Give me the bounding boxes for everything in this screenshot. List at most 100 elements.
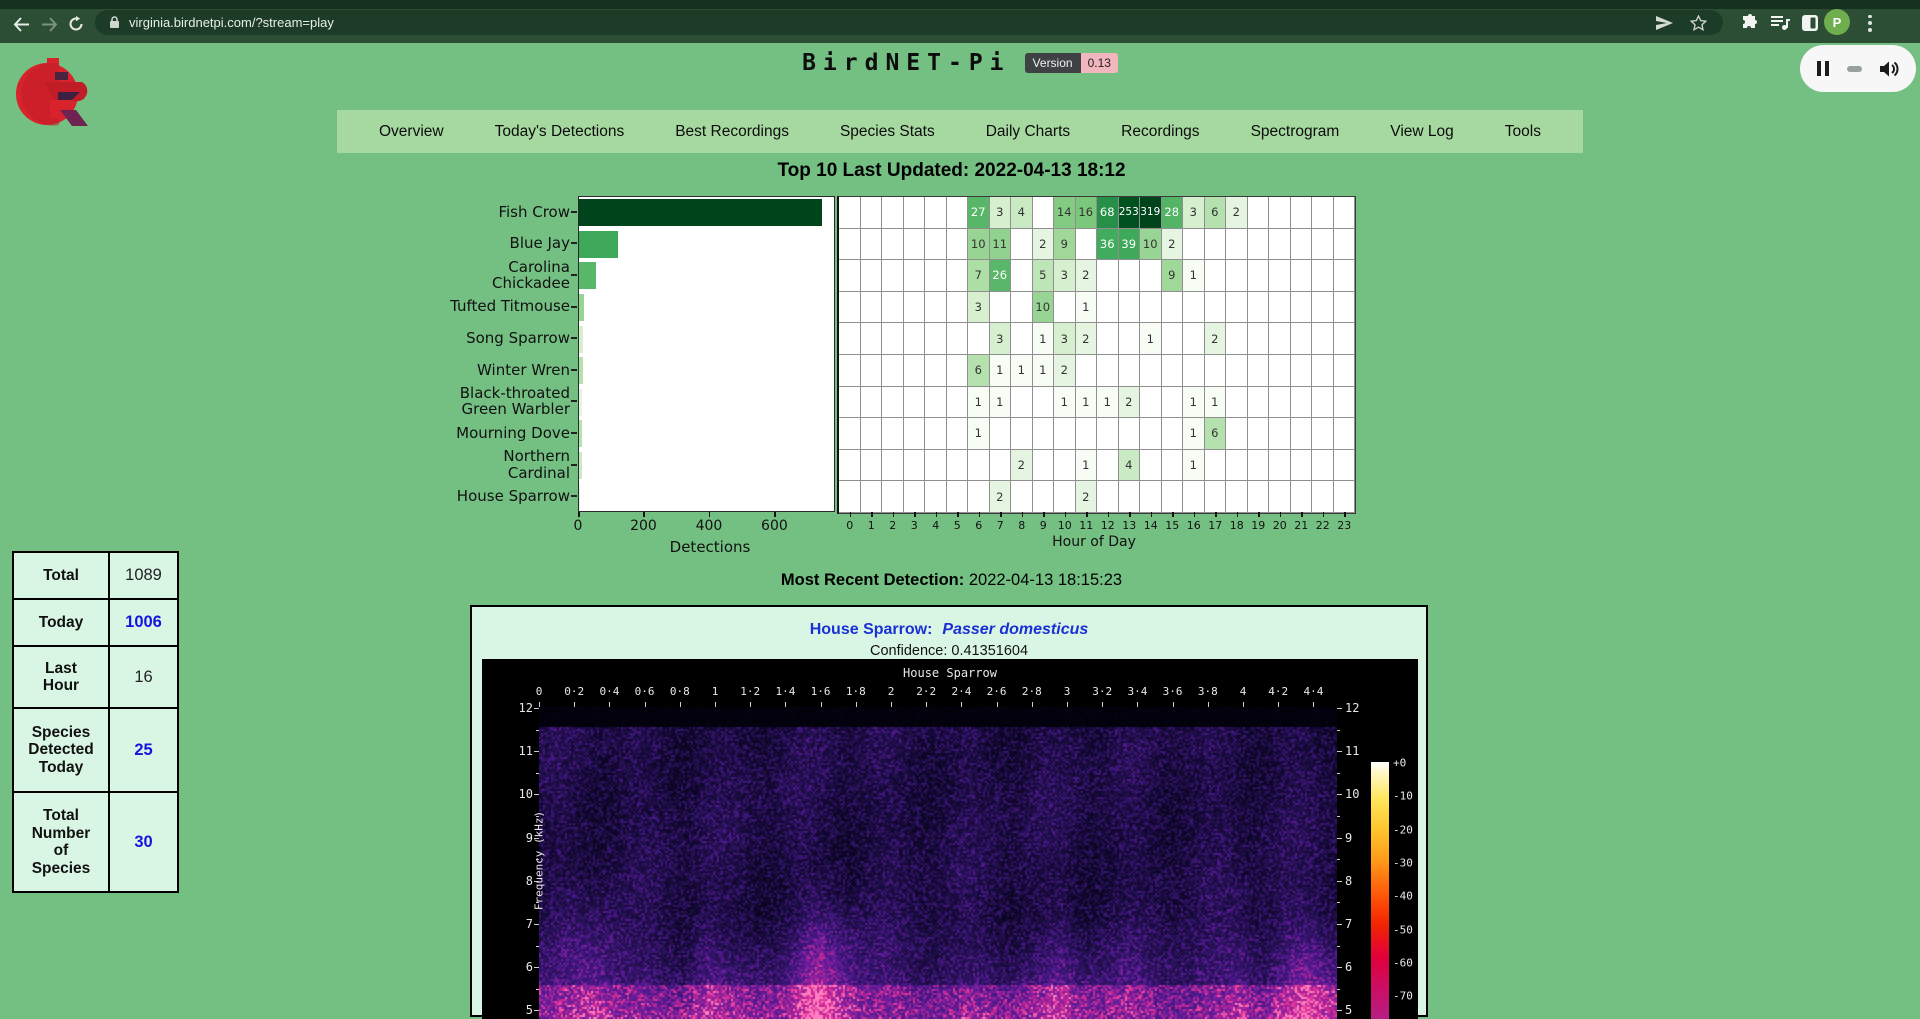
send-icon[interactable] [1655,15,1674,31]
browser-menu-icon[interactable] [1858,13,1882,33]
heatmap-cell [1334,418,1356,450]
time-label: 1·2 [740,685,760,698]
reload-button[interactable] [63,13,89,35]
heatmap-cell: 1 [1011,355,1033,387]
heatmap-cell [1269,323,1291,355]
address-bar[interactable]: virginia.birdnetpi.com/?stream=play [95,10,1723,35]
heatmap-cell [925,197,947,229]
heatmap-cell [968,481,990,513]
heatmap-cell [1312,260,1334,292]
pause-button[interactable] [1817,61,1829,76]
time-label: 2·4 [951,685,971,698]
playlist-icon[interactable] [1768,13,1792,33]
heatmap-cell [861,229,883,261]
nav-item-species-stats[interactable]: Species Stats [840,123,935,141]
freq-label-left: 6 [513,960,533,974]
heatmap-cell: 11 [990,229,1012,261]
heatmap-cell: 2 [1076,260,1098,292]
bar-tick-label: 600 [754,518,794,534]
heatmap-cell [1334,481,1356,513]
stats-value[interactable]: 25 [110,709,177,791]
nav-item-spectrogram[interactable]: Spectrogram [1251,123,1340,141]
bar-black-throated-green-warbler [579,389,582,416]
heatmap-cell [1140,355,1162,387]
stats-label: Today [14,600,110,645]
heatmap-cell [1205,260,1227,292]
heatmap-cell [861,260,883,292]
heatmap-cell [1248,197,1270,229]
profile-avatar[interactable]: P [1824,9,1850,35]
bookmark-star-icon[interactable] [1690,15,1707,31]
heatmap-cell [1162,387,1184,419]
heatmap-cell [861,481,883,513]
heatmap-cell [1162,418,1184,450]
page-title: BirdNET-Pi [802,50,1010,76]
sidebar-toggle-icon[interactable] [1798,13,1822,33]
heatmap-cell [1291,229,1313,261]
nav-item-daily-charts[interactable]: Daily Charts [986,123,1070,141]
freq-label-right: 10 [1345,787,1359,801]
heatmap-cell: 1 [1183,387,1205,419]
stats-value[interactable]: 30 [110,793,177,891]
heatmap-cell [1226,481,1248,513]
heatmap-cell [1334,387,1356,419]
heatmap-cell [1248,292,1270,324]
freq-label-right: 12 [1345,701,1359,715]
hour-tick-label: 18 [1226,519,1248,532]
time-label: 2·8 [1022,685,1042,698]
stats-value[interactable]: 1006 [110,600,177,645]
nav-item-today-s-detections[interactable]: Today's Detections [495,123,625,141]
hour-heatmap: 2734141668253319283621011293639102726532… [837,196,1356,514]
heatmap-cell [1119,418,1141,450]
heatmap-cell [904,450,926,482]
heatmap-cell: 9 [1162,260,1184,292]
heatmap-cell [1183,292,1205,324]
nav-item-recordings[interactable]: Recordings [1121,123,1199,141]
detection-sci-name[interactable]: Passer domesticus [942,621,1088,638]
hour-tick-label: 17 [1204,519,1226,532]
time-label: 2 [888,685,895,698]
freq-label-left: 7 [513,917,533,931]
extensions-icon[interactable] [1738,13,1762,33]
colorbar-label: -60 [1393,956,1413,969]
freq-label-right: 7 [1345,917,1352,931]
nav-item-view-log[interactable]: View Log [1390,123,1453,141]
heatmap-cell [925,355,947,387]
forward-button[interactable] [36,13,62,35]
heatmap-cell [1011,481,1033,513]
player-progress[interactable] [1847,66,1862,72]
nav-item-overview[interactable]: Overview [379,123,444,141]
hour-tick-label: 15 [1161,519,1183,532]
heatmap-cell: 4 [1011,197,1033,229]
nav-item-tools[interactable]: Tools [1505,123,1541,141]
heatmap-cell [904,197,926,229]
species-label-song-sparrow: Song Sparrow [335,330,570,347]
back-button[interactable] [8,13,34,35]
heatmap-cell [1011,229,1033,261]
heatmap-cell [1248,355,1270,387]
heatmap-cell [1291,450,1313,482]
heatmap-cell [1226,323,1248,355]
heatmap-cell [861,197,883,229]
time-label: 3 [1064,685,1071,698]
nav-item-best-recordings[interactable]: Best Recordings [675,123,789,141]
heatmap-cell [839,450,861,482]
heatmap-cell [1011,387,1033,419]
heatmap-cell [1226,355,1248,387]
hour-tick-label: 10 [1054,519,1076,532]
heatmap-cell [1312,387,1334,419]
freq-label-left: 9 [513,831,533,845]
heatmap-cell [1140,387,1162,419]
detection-common-name[interactable]: House Sparrow: [810,621,933,638]
heatmap-cell [925,387,947,419]
volume-icon[interactable] [1879,60,1899,78]
heatmap-cell [1291,387,1313,419]
heatmap-cell [1291,418,1313,450]
freq-label-left: 12 [513,701,533,715]
bar-blue-jay [579,231,618,258]
heatmap-cell: 3 [990,323,1012,355]
heatmap-cell [1248,323,1270,355]
heatmap-cell [947,387,969,419]
heatmap-cell: 2 [1076,323,1098,355]
heatmap-cell [1205,481,1227,513]
